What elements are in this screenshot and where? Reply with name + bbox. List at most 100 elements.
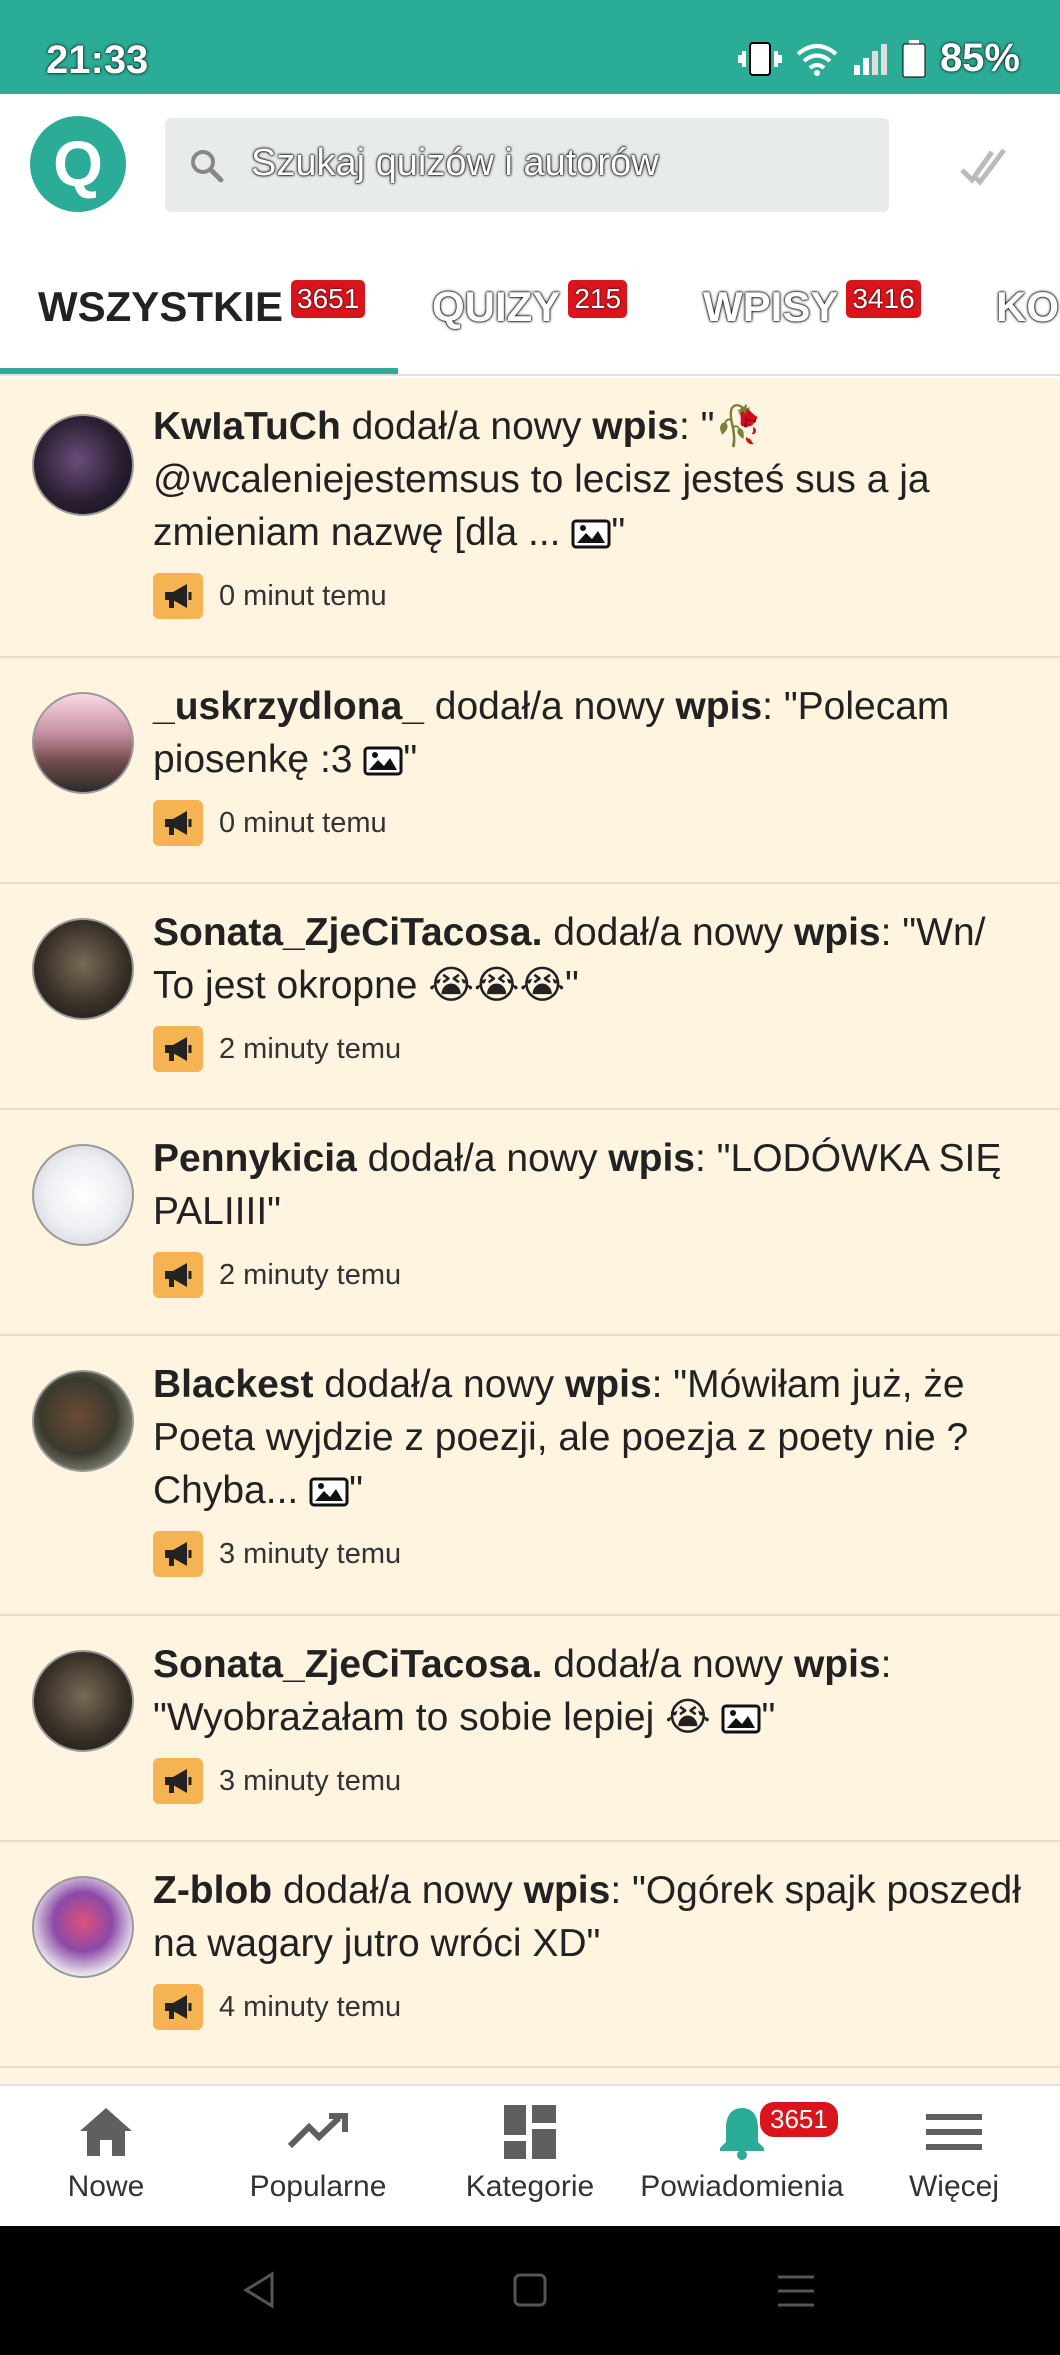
home-button-icon[interactable] bbox=[512, 2272, 548, 2308]
tab-posts[interactable]: WPISY 3416 bbox=[703, 280, 921, 330]
image-icon bbox=[309, 1477, 349, 1507]
feed-item[interactable]: KwIaTuCh dodał/a nowy wpis: "🥀 @wcalenie… bbox=[0, 378, 1060, 658]
feed-type: wpis bbox=[592, 405, 679, 448]
status-icons: 85% bbox=[737, 36, 1020, 81]
feed-quote-end: " bbox=[611, 511, 626, 554]
feed-type: wpis bbox=[608, 1137, 695, 1180]
trending-icon bbox=[287, 2113, 348, 2149]
feed-item[interactable]: _uskrzydlona_ dodał/a nowy wpis: "Poleca… bbox=[0, 658, 1060, 884]
feed-action: dodał/a nowy bbox=[542, 1643, 794, 1686]
feed-time: 3 minuty temu bbox=[219, 1764, 402, 1797]
feed-item-text: _uskrzydlona_ dodał/a nowy wpis: "Poleca… bbox=[153, 680, 1026, 786]
feed-time: 0 minut temu bbox=[219, 806, 387, 839]
feed-user[interactable]: Sonata_ZjeCiTacosa. bbox=[153, 1643, 542, 1686]
nav-more-label: Więcej bbox=[908, 2170, 999, 2203]
feed-item-text: KwIaTuCh dodał/a nowy wpis: "🥀 @wcalenie… bbox=[153, 400, 1026, 559]
bottom-navigation: Nowe Popularne Kategorie 3651 Powiadomie… bbox=[0, 2084, 1060, 2226]
battery-percent: 85% bbox=[939, 36, 1020, 80]
vibrate-icon bbox=[737, 41, 782, 76]
nav-more[interactable]: Więcej bbox=[848, 2086, 1060, 2228]
feed-action: dodał/a nowy bbox=[356, 1137, 609, 1180]
feed-item-text: Sonata_ZjeCiTacosa. dodał/a nowy wpis: "… bbox=[153, 906, 1026, 1012]
feed-item[interactable]: Sonata_ZjeCiTacosa. dodał/a nowy wpis: "… bbox=[0, 884, 1060, 1110]
nav-popular-label: Popularne bbox=[249, 2170, 387, 2203]
feed-quote-end: " bbox=[267, 1190, 282, 1233]
avatar[interactable] bbox=[32, 414, 134, 516]
nav-notifications-label: Powiadomienia bbox=[640, 2170, 844, 2203]
tab-comments[interactable]: KO bbox=[996, 286, 1059, 328]
back-icon[interactable] bbox=[240, 2270, 280, 2310]
feed-type: wpis bbox=[793, 1643, 881, 1686]
megaphone-icon bbox=[153, 1252, 203, 1298]
tab-quizzes-label: QUIZY bbox=[432, 283, 561, 330]
avatar[interactable] bbox=[32, 918, 134, 1020]
feed-time: 2 minuty temu bbox=[219, 1258, 402, 1291]
feed-item[interactable]: Pennykicia dodał/a nowy wpis: "LODÓWKA S… bbox=[0, 1110, 1060, 1336]
feed-action: dodał/a nowy bbox=[272, 1869, 524, 1912]
feed-item-text: Pennykicia dodał/a nowy wpis: "LODÓWKA S… bbox=[153, 1132, 1026, 1238]
home-icon bbox=[80, 2108, 132, 2156]
grid-icon bbox=[504, 2105, 556, 2159]
feed-quote-end: " bbox=[565, 964, 579, 1007]
notification-badge: 3651 bbox=[758, 2100, 840, 2139]
tab-all[interactable]: WSZYSTKIE 3651 bbox=[38, 280, 366, 330]
avatar[interactable] bbox=[32, 1144, 134, 1246]
status-bar: 21:33 85% bbox=[0, 0, 1060, 94]
feed-user[interactable]: Z-blob bbox=[153, 1869, 272, 1912]
search-placeholder: Szukaj quizów i autorów bbox=[251, 142, 659, 184]
feed-type: wpis bbox=[523, 1869, 611, 1912]
feed-type: wpis bbox=[675, 685, 763, 728]
feed-quote-end: " bbox=[403, 738, 418, 781]
search-icon bbox=[191, 150, 224, 183]
feed-time: 2 minuty temu bbox=[219, 1032, 402, 1065]
feed-item[interactable]: Sonata_ZjeCiTacosa. dodał/a nowy wpis: "… bbox=[0, 1616, 1060, 1842]
feed-time: 0 minut temu bbox=[219, 579, 387, 612]
active-tab-indicator bbox=[0, 368, 398, 374]
image-icon bbox=[571, 519, 611, 549]
feed-user[interactable]: _uskrzydlona_ bbox=[153, 685, 424, 728]
feed-item-text: Sonata_ZjeCiTacosa. dodał/a nowy wpis: "… bbox=[153, 1638, 1026, 1744]
nav-new-label: Nowe bbox=[67, 2170, 145, 2203]
system-navigation-bar bbox=[0, 2226, 1060, 2355]
nav-popular[interactable]: Popularne bbox=[212, 2086, 424, 2228]
avatar[interactable] bbox=[32, 692, 134, 794]
megaphone-icon bbox=[153, 1984, 203, 2030]
feed-user[interactable]: KwIaTuCh bbox=[153, 405, 341, 448]
image-icon bbox=[363, 746, 403, 776]
wifi-icon bbox=[796, 43, 838, 76]
nav-new[interactable]: Nowe bbox=[0, 2086, 212, 2228]
feed-item-text: Blackest dodał/a nowy wpis: "Mówiłam już… bbox=[153, 1358, 1026, 1517]
megaphone-icon bbox=[153, 1531, 203, 1577]
tab-posts-count: 3416 bbox=[846, 280, 921, 318]
app-logo[interactable]: Q bbox=[30, 116, 126, 212]
signal-icon bbox=[853, 43, 887, 75]
feed-type: wpis bbox=[793, 911, 881, 954]
double-check-icon[interactable] bbox=[958, 144, 1008, 188]
feed-action: dodał/a nowy bbox=[340, 405, 593, 448]
megaphone-icon bbox=[153, 573, 203, 619]
search-input[interactable]: Szukaj quizów i autorów bbox=[165, 118, 889, 212]
feed-user[interactable]: Pennykicia bbox=[153, 1137, 357, 1180]
tab-quizzes[interactable]: QUIZY 215 bbox=[432, 280, 628, 330]
tab-posts-label: WPISY bbox=[703, 283, 839, 330]
nav-categories-label: Kategorie bbox=[465, 2170, 595, 2203]
feed-item[interactable]: Z-blob dodał/a nowy wpis: "Ogórek spajk … bbox=[0, 1842, 1060, 2068]
tab-all-label: WSZYSTKIE bbox=[38, 283, 284, 330]
activity-feed: KwIaTuCh dodał/a nowy wpis: "🥀 @wcalenie… bbox=[0, 378, 1060, 2084]
avatar[interactable] bbox=[32, 1650, 134, 1752]
tab-comments-label: KO bbox=[996, 283, 1059, 330]
feed-quote-end: " bbox=[349, 1469, 363, 1512]
avatar[interactable] bbox=[32, 1876, 134, 1978]
feed-user[interactable]: Sonata_ZjeCiTacosa. bbox=[153, 911, 542, 954]
nav-notifications[interactable]: 3651 Powiadomienia bbox=[636, 2086, 848, 2228]
avatar[interactable] bbox=[32, 1370, 134, 1472]
status-time: 21:33 bbox=[46, 38, 149, 82]
image-icon bbox=[721, 1704, 761, 1734]
feed-time: 4 minuty temu bbox=[219, 1990, 402, 2023]
tab-quizzes-count: 215 bbox=[568, 280, 628, 318]
nav-categories[interactable]: Kategorie bbox=[424, 2086, 636, 2228]
feed-user[interactable]: Blackest bbox=[153, 1363, 313, 1406]
feed-item-text: Z-blob dodał/a nowy wpis: "Ogórek spajk … bbox=[153, 1864, 1026, 1970]
feed-item[interactable]: Blackest dodał/a nowy wpis: "Mówiłam już… bbox=[0, 1336, 1060, 1616]
recents-icon[interactable] bbox=[776, 2274, 816, 2308]
